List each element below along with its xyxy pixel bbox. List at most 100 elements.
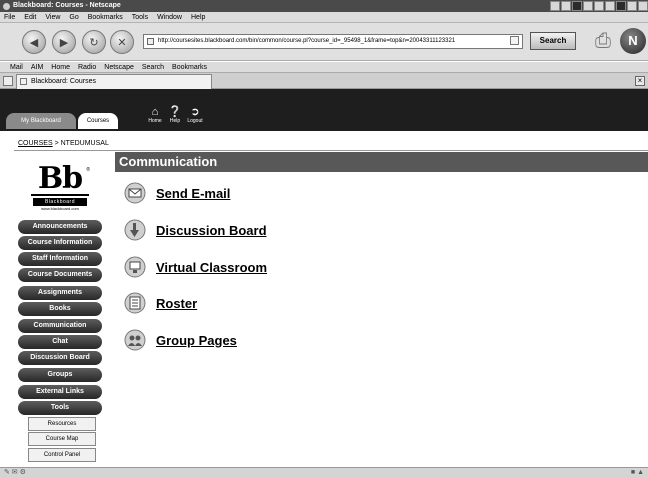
group-pages-icon xyxy=(124,329,146,351)
breadcrumb-current: NTEDUMUSAL xyxy=(60,140,109,147)
nav-communication[interactable]: Communication xyxy=(18,319,102,333)
reload-button[interactable]: ↻ xyxy=(82,30,106,54)
status-right-icons: ■ ▲ xyxy=(630,469,644,476)
breadcrumb: COURSES > NTEDUMUSAL xyxy=(18,140,109,147)
send-email-link[interactable]: Send E-mail xyxy=(156,186,230,201)
home-tool[interactable]: ⌂ Home xyxy=(144,106,166,124)
logo-registered: ® xyxy=(86,167,90,173)
print-icon[interactable]: ⎙ xyxy=(592,28,614,54)
nav-course-information[interactable]: Course Information xyxy=(18,236,102,250)
discussion-board-icon xyxy=(124,219,146,241)
nav-groups[interactable]: Groups xyxy=(18,368,102,382)
menu-bookmarks[interactable]: Bookmarks xyxy=(88,12,123,22)
nav-course-map[interactable]: Course Map xyxy=(28,432,96,446)
virtual-classroom-link[interactable]: Virtual Classroom xyxy=(156,260,267,275)
breadcrumb-divider xyxy=(14,150,648,151)
bookmark-search[interactable]: Search xyxy=(142,62,164,72)
minimize-button[interactable] xyxy=(627,1,637,11)
titlebar-tool-icon-7[interactable] xyxy=(616,1,626,11)
maximize-button[interactable] xyxy=(638,1,648,11)
logout-icon: ➲ xyxy=(190,106,200,118)
page-title: Communication xyxy=(115,152,648,172)
sidebar-toggle-icon[interactable] xyxy=(3,76,13,86)
url-input[interactable]: http://coursesites.blackboard.com/bin/co… xyxy=(143,34,523,49)
forward-button[interactable]: ▶ xyxy=(52,30,76,54)
nav-staff-information[interactable]: Staff Information xyxy=(18,252,102,266)
group-pages-link[interactable]: Group Pages xyxy=(156,333,237,348)
page-icon xyxy=(147,38,154,45)
breadcrumb-separator: > xyxy=(52,140,61,147)
menu-view[interactable]: View xyxy=(45,12,60,22)
menu-edit[interactable]: Edit xyxy=(24,12,36,22)
roster-link[interactable]: Roster xyxy=(156,296,197,311)
home-icon: ⌂ xyxy=(151,106,159,118)
tool-row-virtual-classroom[interactable]: Virtual Classroom xyxy=(124,256,267,278)
titlebar-tool-icon-3[interactable] xyxy=(572,1,582,11)
blackboard-logo: Bb ® Blackboard www.blackboard.com xyxy=(28,161,92,215)
help-tool-label: Help xyxy=(169,118,181,124)
nav-announcements[interactable]: Announcements xyxy=(18,220,102,234)
nav-assignments[interactable]: Assignments xyxy=(18,286,102,300)
nav-course-documents[interactable]: Course Documents xyxy=(18,268,102,282)
discussion-board-link[interactable]: Discussion Board xyxy=(156,223,267,238)
titlebar-tool-icon-2[interactable] xyxy=(561,1,571,11)
menu-file[interactable]: File xyxy=(4,12,15,22)
window-titlebar: Blackboard: Courses - Netscape xyxy=(0,0,648,12)
titlebar-tool-icon-4[interactable] xyxy=(583,1,593,11)
tab-my-blackboard[interactable]: My Blackboard xyxy=(6,113,76,129)
logout-tool-label: Logout xyxy=(187,118,203,124)
browser-tab-title: Blackboard: Courses xyxy=(31,78,96,85)
titlebar-tool-icon-5[interactable] xyxy=(594,1,604,11)
nav-discussion-board[interactable]: Discussion Board xyxy=(18,351,102,365)
status-bar: ✎ ✉ ⚙ ■ ▲ xyxy=(0,467,648,477)
help-tool[interactable]: ❔ Help xyxy=(164,106,186,124)
logo-wordmark: Blackboard xyxy=(33,198,87,206)
bookmark-bookmarks[interactable]: Bookmarks xyxy=(172,62,207,72)
logo-mark: Bb xyxy=(37,161,83,196)
bookmarks-bar: Mail AIM Home Radio Netscape Search Book… xyxy=(0,62,648,73)
nav-control-panel[interactable]: Control Panel xyxy=(28,448,96,462)
netscape-throbber-icon[interactable]: N xyxy=(620,28,646,54)
tab-courses[interactable]: Courses xyxy=(78,113,118,129)
tool-row-group-pages[interactable]: Group Pages xyxy=(124,329,237,351)
tool-row-roster[interactable]: Roster xyxy=(124,292,197,314)
tab-page-icon xyxy=(20,78,27,85)
reload-icon: ↻ xyxy=(89,36,99,49)
nav-tools[interactable]: Tools xyxy=(18,401,102,415)
logout-tool[interactable]: ➲ Logout xyxy=(184,106,206,124)
url-dropdown-icon[interactable] xyxy=(510,36,519,45)
breadcrumb-courses-link[interactable]: COURSES xyxy=(18,140,53,147)
menu-help[interactable]: Help xyxy=(191,12,205,22)
titlebar-tool-icon-6[interactable] xyxy=(605,1,615,11)
bookmark-aim[interactable]: AIM xyxy=(31,62,43,72)
window-controls xyxy=(550,1,648,11)
browser-tab[interactable]: Blackboard: Courses xyxy=(16,74,212,89)
home-tool-label: Home xyxy=(148,118,162,124)
tool-row-send-email[interactable]: Send E-mail xyxy=(124,182,230,204)
help-icon: ❔ xyxy=(168,106,182,118)
menu-go[interactable]: Go xyxy=(69,12,78,22)
roster-icon xyxy=(124,292,146,314)
menu-window[interactable]: Window xyxy=(157,12,182,22)
nav-resources[interactable]: Resources xyxy=(28,417,96,431)
menubar: File Edit View Go Bookmarks Tools Window… xyxy=(0,12,648,23)
menu-tools[interactable]: Tools xyxy=(132,12,148,22)
virtual-classroom-icon xyxy=(124,256,146,278)
nav-books[interactable]: Books xyxy=(18,302,102,316)
forward-arrow-icon: ▶ xyxy=(59,36,69,49)
bookmark-mail[interactable]: Mail xyxy=(10,62,23,72)
titlebar-tool-icon-1[interactable] xyxy=(550,1,560,11)
tab-close-icon[interactable]: × xyxy=(635,76,645,86)
bookmark-radio[interactable]: Radio xyxy=(78,62,96,72)
search-button[interactable]: Search xyxy=(530,32,576,50)
browser-tabbar: Blackboard: Courses × xyxy=(0,73,648,89)
bookmark-home[interactable]: Home xyxy=(51,62,70,72)
blackboard-header: My Blackboard Courses ⌂ Home ❔ Help ➲ Lo… xyxy=(0,89,648,131)
nav-external-links[interactable]: External Links xyxy=(18,385,102,399)
stop-button[interactable]: ✕ xyxy=(110,30,134,54)
back-button[interactable]: ◀ xyxy=(22,30,46,54)
tool-row-discussion-board[interactable]: Discussion Board xyxy=(124,219,267,241)
bookmark-netscape[interactable]: Netscape xyxy=(104,62,134,72)
nav-chat[interactable]: Chat xyxy=(18,335,102,349)
search-button-label: Search xyxy=(539,36,567,45)
